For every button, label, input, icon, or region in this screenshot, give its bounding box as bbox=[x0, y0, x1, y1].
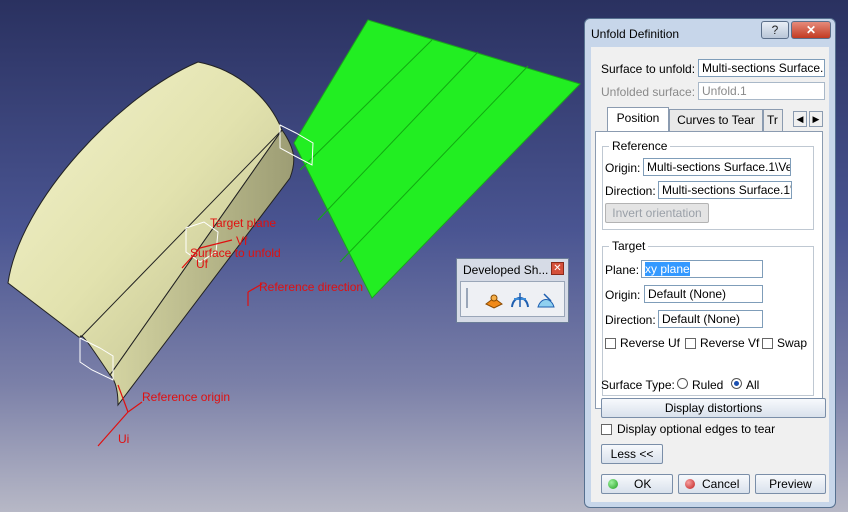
surface-to-unfold-label: Surface to unfold: bbox=[601, 62, 696, 76]
ok-label: OK bbox=[634, 477, 652, 491]
display-optional-edges-label: Display optional edges to tear bbox=[617, 422, 776, 436]
transfer-icon[interactable] bbox=[535, 289, 557, 311]
toolbar-grip[interactable] bbox=[466, 288, 468, 308]
preview-button[interactable]: Preview bbox=[755, 474, 826, 494]
ruled-label: Ruled bbox=[692, 378, 724, 392]
surface-type-label: Surface Type: bbox=[601, 378, 675, 392]
reverse-uf-label: Reverse Uf bbox=[620, 336, 681, 350]
unfolded-surface-shape[interactable] bbox=[293, 19, 581, 299]
unfolded-surface-label: Unfolded surface: bbox=[601, 85, 696, 99]
annotation-uf: Uf bbox=[196, 257, 208, 271]
annotation-target-plane: Target plane bbox=[210, 216, 277, 230]
cancel-icon bbox=[685, 479, 695, 489]
help-button[interactable]: ? bbox=[761, 21, 789, 39]
dialog-body: Surface to unfold: Multi-sections Surfac… bbox=[591, 47, 829, 502]
invert-orientation-button[interactable]: Invert orientation bbox=[605, 203, 709, 223]
tab-scroll-right-icon[interactable]: ▶ bbox=[809, 111, 823, 127]
develop-icon[interactable] bbox=[509, 289, 531, 311]
tab-position[interactable]: Position bbox=[607, 107, 669, 131]
target-plane-value: xy plane bbox=[645, 262, 690, 276]
close-button[interactable]: ✕ bbox=[791, 21, 831, 39]
ruled-radio[interactable] bbox=[677, 378, 688, 389]
position-tab-panel: Reference Origin: Multi-sections Surface… bbox=[595, 131, 823, 409]
target-direction-field[interactable]: Default (None) bbox=[658, 310, 763, 328]
toolbar-title: Developed Sh... bbox=[463, 263, 549, 277]
dialog-title: Unfold Definition bbox=[591, 27, 680, 41]
developed-shapes-toolbar[interactable]: Developed Sh... ✕ bbox=[456, 258, 569, 323]
annotation-ui: Ui bbox=[118, 432, 130, 446]
cancel-label: Cancel bbox=[702, 477, 740, 491]
tab-scroll-left-icon[interactable]: ◀ bbox=[793, 111, 807, 127]
target-origin-field[interactable]: Default (None) bbox=[644, 285, 763, 303]
unfolded-surface-field[interactable]: Unfold.1 bbox=[698, 82, 825, 100]
target-group-title: Target bbox=[609, 239, 649, 253]
reverse-uf-checkbox[interactable] bbox=[605, 338, 616, 349]
reference-direction-field[interactable]: Multi-sections Surface.1' bbox=[658, 181, 792, 199]
reference-origin-field[interactable]: Multi-sections Surface.1\Ve bbox=[643, 158, 791, 176]
annotation-reference-origin: Reference origin bbox=[142, 390, 231, 404]
display-optional-edges-checkbox[interactable] bbox=[601, 424, 612, 435]
tab-curves-to-tear[interactable]: Curves to Tear bbox=[669, 109, 763, 131]
annotation-reference-direction: Reference direction bbox=[259, 280, 364, 294]
reverse-vf-checkbox[interactable] bbox=[685, 338, 696, 349]
target-plane-field[interactable]: xy plane bbox=[641, 260, 763, 278]
reverse-vf-label: Reverse Vf bbox=[700, 336, 760, 350]
ok-button[interactable]: OK bbox=[601, 474, 673, 494]
target-plane-label: Plane: bbox=[605, 263, 640, 277]
reference-group: Reference Origin: Multi-sections Surface… bbox=[602, 139, 814, 230]
swap-checkbox[interactable] bbox=[762, 338, 773, 349]
tab-truncated[interactable]: Tr bbox=[763, 109, 783, 131]
all-label: All bbox=[746, 378, 760, 392]
target-origin-label: Origin: bbox=[605, 288, 641, 302]
dialog-titlebar[interactable]: Unfold Definition ? ✕ bbox=[585, 19, 835, 47]
target-direction-label: Direction: bbox=[605, 313, 656, 327]
unfold-definition-dialog[interactable]: Unfold Definition ? ✕ Surface to unfold:… bbox=[584, 18, 836, 508]
reference-origin-label: Origin: bbox=[605, 161, 641, 175]
unfold-icon[interactable] bbox=[483, 289, 505, 311]
all-radio[interactable] bbox=[731, 378, 742, 389]
less-button[interactable]: Less << bbox=[601, 444, 663, 464]
display-distortions-button[interactable]: Display distortions bbox=[601, 398, 826, 418]
surface-to-unfold-field[interactable]: Multi-sections Surface. bbox=[698, 59, 825, 77]
target-group: Target Plane: xy plane Origin: Default (… bbox=[602, 239, 814, 396]
toolbar-strip bbox=[460, 281, 565, 317]
reference-group-title: Reference bbox=[609, 139, 671, 153]
cancel-button[interactable]: Cancel bbox=[678, 474, 750, 494]
reference-direction-label: Direction: bbox=[605, 184, 656, 198]
ok-icon bbox=[608, 479, 618, 489]
toolbar-close-icon[interactable]: ✕ bbox=[551, 262, 564, 275]
swap-label: Swap bbox=[777, 336, 808, 350]
